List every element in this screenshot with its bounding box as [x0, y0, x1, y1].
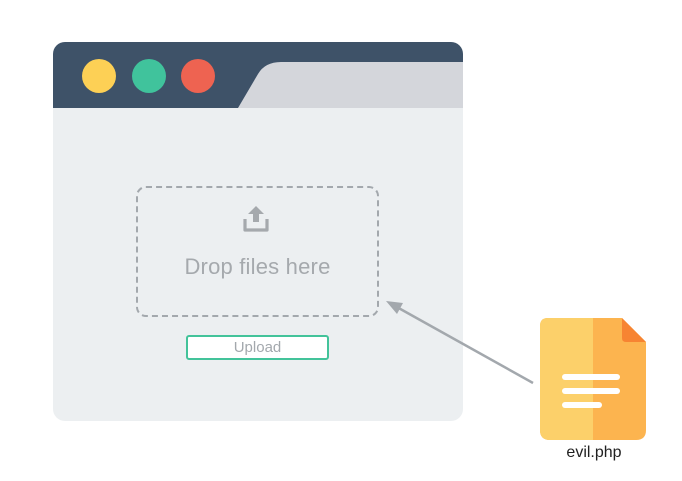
text-line — [562, 402, 602, 408]
illustration: Drop files here Upload evil.php — [0, 0, 682, 481]
file-name: evil.php — [566, 444, 622, 461]
text-line — [562, 374, 620, 380]
document-icon[interactable] — [540, 318, 646, 440]
text-line — [562, 388, 620, 394]
